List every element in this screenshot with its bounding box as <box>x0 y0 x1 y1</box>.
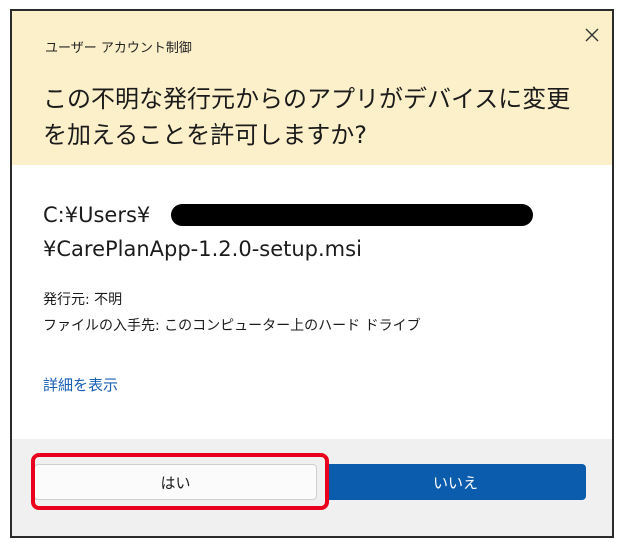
file-info: 発行元: 不明 ファイルの入手先: このコンピューター上のハード ドライブ <box>43 287 421 339</box>
origin-line: ファイルの入手先: このコンピューター上のハード ドライブ <box>43 318 421 334</box>
show-details-link[interactable]: 詳細を表示 <box>43 374 118 395</box>
close-icon <box>585 28 599 42</box>
dialog-window-title: ユーザー アカウント制御 <box>45 41 192 56</box>
publisher-line: 発行元: 不明 <box>43 292 123 308</box>
file-path-prefix: C:¥Users¥ <box>43 203 151 227</box>
uac-dialog: ユーザー アカウント制御 この不明な発行元からのアプリがデバイスに変更を加えるこ… <box>10 9 614 538</box>
yes-button[interactable]: はい <box>34 464 317 500</box>
file-path: C:¥Users¥ ¥CarePlanApp-1.2.0-setup.msi <box>43 198 533 266</box>
no-button[interactable]: いいえ <box>325 464 586 500</box>
close-button[interactable] <box>578 21 606 49</box>
file-path-line-2: ¥CarePlanApp-1.2.0-setup.msi <box>43 237 362 261</box>
redaction-mark <box>171 204 533 226</box>
dialog-header: ユーザー アカウント制御 この不明な発行元からのアプリがデバイスに変更を加えるこ… <box>12 11 612 165</box>
file-path-line-1: C:¥Users¥ <box>43 198 533 232</box>
permission-question: この不明な発行元からのアプリがデバイスに変更を加えることを許可しますか? <box>43 85 571 149</box>
